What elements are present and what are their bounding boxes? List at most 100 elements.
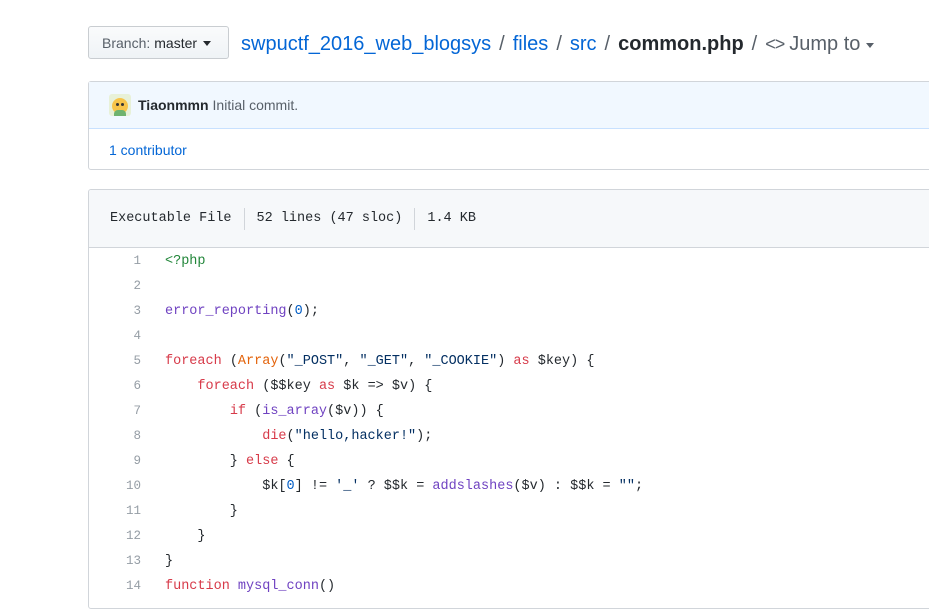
code-line: 6 foreach ($$key as $k => $v) {: [89, 374, 929, 399]
jump-to-button[interactable]: <> Jump to: [765, 30, 875, 58]
code-token: (: [286, 429, 295, 444]
code-token: $$key: [270, 379, 311, 394]
code-token: "_GET": [359, 354, 409, 369]
code-token: (): [318, 579, 336, 594]
line-number[interactable]: 1: [89, 249, 141, 274]
code-line: 13 }: [89, 549, 929, 574]
branch-select-button[interactable]: Branch: master: [88, 26, 229, 59]
contributors-link[interactable]: 1 contributor: [89, 129, 929, 171]
code-token: $$k: [570, 479, 595, 494]
code-token: ,: [408, 354, 425, 369]
code-token: =: [594, 479, 619, 494]
line-number[interactable]: 5: [89, 349, 141, 374]
code-token: {: [278, 454, 295, 469]
code-token: mysql_conn: [237, 579, 319, 594]
breadcrumb-repo-link[interactable]: swpuctf_2016_web_blogsys: [241, 30, 491, 58]
code-token: $$k: [383, 479, 409, 494]
breadcrumb-current-file: common.php: [618, 33, 744, 55]
code-token: error_reporting: [165, 304, 287, 319]
commit-message-link[interactable]: Initial commit.: [213, 97, 299, 113]
code-token: Array: [237, 354, 279, 369]
line-number[interactable]: 6: [89, 374, 141, 399]
code-token: ] !=: [294, 479, 336, 494]
code-token: die: [262, 429, 287, 444]
file-mode: Executable File: [110, 210, 232, 226]
code-token: '_': [335, 479, 360, 494]
code-line: 9 } else {: [89, 449, 929, 474]
code-token: );: [302, 304, 319, 319]
code-token: ;: [634, 479, 644, 494]
code-token: ) :: [537, 479, 571, 494]
code-token: "_POST": [286, 354, 344, 369]
code-icon: <>: [765, 34, 785, 54]
breadcrumb-src-link[interactable]: src: [570, 30, 597, 58]
code-line: 7 if (is_array($v)) {: [89, 399, 929, 424]
code-token: $key: [537, 354, 571, 369]
code-token: function: [165, 579, 230, 594]
chevron-down-icon: [866, 42, 875, 48]
code-token: if: [229, 404, 247, 419]
line-number[interactable]: 9: [89, 449, 141, 474]
code-token: 0: [294, 304, 303, 319]
code-token: "": [618, 479, 635, 494]
code-token: (: [254, 379, 271, 394]
breadcrumb-separator: /: [556, 33, 562, 55]
line-number[interactable]: 12: [89, 524, 141, 549]
code-token: ?: [359, 479, 384, 494]
code-token: }: [165, 529, 206, 544]
code-token: ): [497, 354, 514, 369]
code-token: )) {: [351, 404, 384, 419]
code-token: ) {: [408, 379, 433, 394]
code-token: (: [278, 354, 287, 369]
code-blob: 1 <?php 2 3 error_reporting (0); 4 5 fore…: [89, 249, 929, 599]
code-token: $v: [521, 479, 538, 494]
line-number[interactable]: 11: [89, 499, 141, 524]
line-number[interactable]: 14: [89, 574, 141, 599]
code-line: 4: [89, 324, 929, 349]
code-line: 10 $k[0] != '_' ? $$k = addslashes($v) :…: [89, 474, 929, 499]
code-token: (: [246, 404, 263, 419]
breadcrumb-files-link[interactable]: files: [513, 30, 549, 58]
code-line: 2: [89, 274, 929, 299]
line-number[interactable]: 13: [89, 549, 141, 574]
code-token: "hello,hacker!": [294, 429, 417, 444]
breadcrumb-separator: /: [604, 33, 611, 55]
code-token: (: [513, 479, 522, 494]
code-token: (: [327, 404, 336, 419]
line-number[interactable]: 2: [89, 274, 141, 299]
breadcrumb-separator: /: [499, 33, 505, 55]
code-token: "_COOKIE": [424, 354, 498, 369]
commit-author-link[interactable]: Tiaonmmn: [138, 97, 209, 113]
latest-commit: Tiaonmmn Initial commit.: [89, 82, 929, 129]
code-token: }: [165, 454, 247, 469]
line-number[interactable]: 8: [89, 424, 141, 449]
chevron-down-icon: [203, 41, 212, 46]
code-token: $v: [391, 379, 409, 394]
code-token: is_array: [262, 404, 328, 419]
code-line: 12 }: [89, 524, 929, 549]
code-token: );: [416, 429, 433, 444]
code-token: <?php: [165, 254, 206, 269]
code-token: (: [221, 354, 238, 369]
breadcrumb-separator: /: [751, 33, 758, 55]
line-number[interactable]: 3: [89, 299, 141, 324]
line-number[interactable]: 10: [89, 474, 141, 499]
code-token: =>: [359, 379, 392, 394]
code-token: $v: [335, 404, 352, 419]
code-line: 8 die("hello,hacker!");: [89, 424, 929, 449]
code-token: ,: [343, 354, 360, 369]
code-line: 14 function mysql_conn(): [89, 574, 929, 599]
line-number[interactable]: 4: [89, 324, 141, 349]
code-line: 1 <?php: [89, 249, 929, 274]
line-number[interactable]: 7: [89, 399, 141, 424]
code-line: 5 foreach (Array("_POST", "_GET", "_COOK…: [89, 349, 929, 374]
jump-to-label: Jump to: [789, 33, 861, 55]
code-token: else: [246, 454, 279, 469]
code-token: 0: [286, 479, 295, 494]
commit-tease: Tiaonmmn Initial commit. 1 contributor: [88, 81, 929, 170]
breadcrumb: swpuctf_2016_web_blogsys / files / src /…: [241, 30, 875, 58]
avatar[interactable]: [109, 94, 131, 116]
